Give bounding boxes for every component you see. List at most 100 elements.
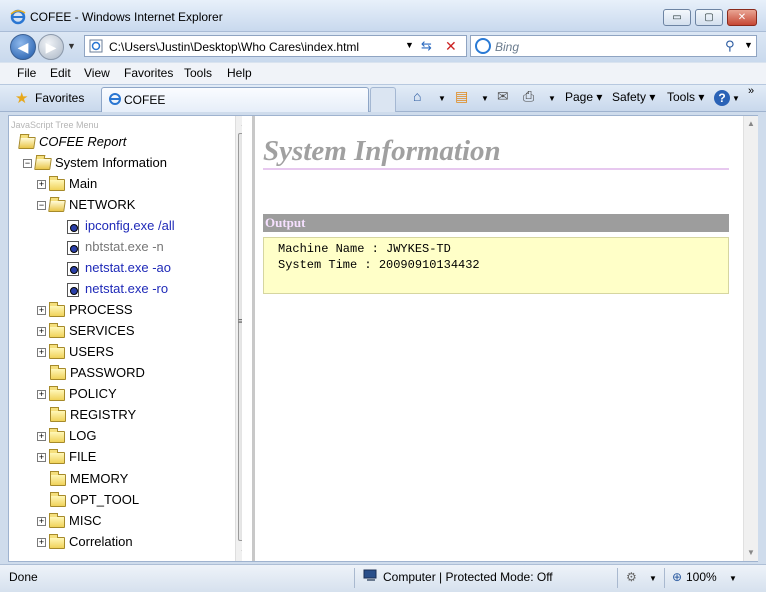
tree-registry[interactable]: REGISTRY <box>50 406 136 424</box>
search-box[interactable]: Bing ⚲ ▼ <box>470 35 757 57</box>
expand-icon[interactable]: + <box>37 306 46 316</box>
collapse-icon[interactable]: − <box>37 201 46 211</box>
expand-icon[interactable]: + <box>37 327 46 337</box>
folder-icon <box>49 301 65 317</box>
tree-menu-frame: JavaScript Tree Menu COFEE Report − Syste… <box>9 116 242 561</box>
tree-system-information[interactable]: − System Information <box>23 154 167 172</box>
stop-icon[interactable]: ✕ <box>445 38 457 55</box>
page-menu-label: Page <box>565 90 594 104</box>
expand-icon[interactable]: + <box>37 453 46 463</box>
zoom-icon[interactable]: ⊕ <box>672 570 682 584</box>
settings-dropdown-icon[interactable]: ▼ <box>649 574 657 583</box>
scroll-up-icon[interactable]: ▲ <box>236 116 242 132</box>
toolbar-overflow-icon[interactable]: » <box>748 85 754 97</box>
zoom-level[interactable]: 100% <box>686 570 717 584</box>
tree-misc[interactable]: + MISC <box>37 512 102 530</box>
expand-icon[interactable]: + <box>37 180 46 190</box>
tab-label[interactable]: COFEE <box>124 93 165 107</box>
menu-help[interactable]: Help <box>227 66 252 80</box>
recent-pages-dropdown-icon[interactable]: ▼ <box>67 41 76 51</box>
system-time-line: System Time : 20090910134432 <box>278 258 480 272</box>
security-zone[interactable]: Computer | Protected Mode: Off <box>383 570 553 584</box>
url-text[interactable]: C:\Users\Justin\Desktop\Who Cares\index.… <box>109 40 359 54</box>
search-placeholder[interactable]: Bing <box>495 40 519 54</box>
expand-icon[interactable]: + <box>37 432 46 442</box>
print-dropdown-icon[interactable]: ▼ <box>548 94 556 103</box>
tree-nbtstat[interactable]: nbtstat.exe -n <box>67 238 164 256</box>
print-icon[interactable]: ⎙ <box>523 88 534 105</box>
folder-icon <box>50 470 66 486</box>
scroll-down-icon[interactable]: ▼ <box>236 545 242 561</box>
tree-root[interactable]: COFEE Report <box>18 133 126 151</box>
menu-bar: File Edit View Favorites Tools Help <box>0 62 766 84</box>
tree-netstat-ao[interactable]: netstat.exe -ao <box>67 259 171 277</box>
feeds-dropdown-icon[interactable]: ▼ <box>481 94 489 103</box>
scroll-down-icon[interactable]: ▼ <box>744 545 758 561</box>
expand-icon[interactable]: + <box>37 517 46 527</box>
new-tab-button[interactable] <box>370 87 396 112</box>
safety-menu[interactable]: Safety ▾ <box>612 90 655 104</box>
folder-icon <box>50 406 66 422</box>
window-title: COFEE - Windows Internet Explorer <box>30 10 223 24</box>
feeds-icon[interactable]: ▤ <box>455 88 468 105</box>
read-mail-icon[interactable]: ✉ <box>497 88 509 105</box>
forward-button[interactable]: ▶ <box>38 34 64 60</box>
tree-label: REGISTRY <box>70 407 137 422</box>
protected-mode-settings-icon[interactable]: ⚙ <box>626 570 637 584</box>
menu-favorites[interactable]: Favorites <box>124 66 173 80</box>
zoom-dropdown-icon[interactable]: ▼ <box>729 574 737 583</box>
help-dropdown-icon[interactable]: ▼ <box>732 94 740 103</box>
main-scrollbar[interactable]: ▲ ▼ <box>743 116 758 561</box>
menu-tools[interactable]: Tools <box>184 66 212 80</box>
search-options-dropdown-icon[interactable]: ▼ <box>744 40 753 50</box>
tree-password[interactable]: PASSWORD <box>50 364 145 382</box>
home-dropdown-icon[interactable]: ▼ <box>438 94 446 103</box>
browser-content: JavaScript Tree Menu COFEE Report − Syste… <box>8 115 758 562</box>
tree-policy[interactable]: + POLICY <box>37 385 117 403</box>
page-menu[interactable]: Page ▾ <box>565 90 602 104</box>
tree-network[interactable]: − NETWORK <box>37 196 135 214</box>
status-text: Done <box>9 570 38 584</box>
tree-services[interactable]: + SERVICES <box>37 322 135 340</box>
collapse-icon[interactable]: − <box>23 159 32 169</box>
expand-icon[interactable]: + <box>37 348 46 358</box>
tree-users[interactable]: + USERS <box>37 343 114 361</box>
favorites-button[interactable]: Favorites <box>35 91 84 105</box>
address-dropdown-icon[interactable]: ▼ <box>405 40 414 50</box>
tree-ipconfig[interactable]: ipconfig.exe /all <box>67 217 175 235</box>
tree-opt-tool[interactable]: OPT_TOOL <box>50 491 139 509</box>
tree-file[interactable]: + FILE <box>37 448 96 466</box>
minimize-button[interactable]: ▭ <box>663 9 691 26</box>
home-icon[interactable]: ⌂ <box>413 88 421 104</box>
tools-menu[interactable]: Tools ▾ <box>667 90 704 104</box>
tree-label: NETWORK <box>69 197 136 212</box>
help-icon[interactable]: ? <box>714 90 730 106</box>
expand-icon[interactable]: + <box>37 390 46 400</box>
menu-view[interactable]: View <box>84 66 110 80</box>
tree-correlation[interactable]: + Correlation <box>37 533 133 551</box>
tree-main[interactable]: + Main <box>37 175 97 193</box>
browser-tab[interactable]: COFEE <box>101 87 369 112</box>
refresh-icon[interactable]: ⇆ <box>421 38 432 54</box>
back-button[interactable]: ◀ <box>10 34 36 60</box>
maximize-button[interactable]: ▢ <box>695 9 723 26</box>
close-button[interactable]: ✕ <box>727 9 757 26</box>
scroll-up-icon[interactable]: ▲ <box>744 116 758 132</box>
tree-netstat-ro[interactable]: netstat.exe -ro <box>67 280 168 298</box>
favorites-star-icon[interactable]: ★ <box>15 89 28 107</box>
expand-icon[interactable]: + <box>37 538 46 548</box>
folder-icon <box>50 491 66 507</box>
machine-name-line: Machine Name : JWYKES-TD <box>278 242 451 256</box>
address-bar[interactable]: C:\Users\Justin\Desktop\Who Cares\index.… <box>84 35 467 57</box>
tree-scrollbar[interactable]: ▲ ≡ ▼ <box>235 116 242 561</box>
menu-edit[interactable]: Edit <box>50 66 71 80</box>
scrollbar-thumb[interactable] <box>238 133 242 541</box>
tree-memory[interactable]: MEMORY <box>50 470 128 488</box>
tree-log[interactable]: + LOG <box>37 427 96 445</box>
search-icon[interactable]: ⚲ <box>725 38 735 54</box>
tree-process[interactable]: + PROCESS <box>37 301 133 319</box>
folder-icon <box>49 427 65 443</box>
tree-label: Main <box>69 176 98 191</box>
menu-file[interactable]: File <box>17 66 36 80</box>
status-separator <box>617 568 618 588</box>
